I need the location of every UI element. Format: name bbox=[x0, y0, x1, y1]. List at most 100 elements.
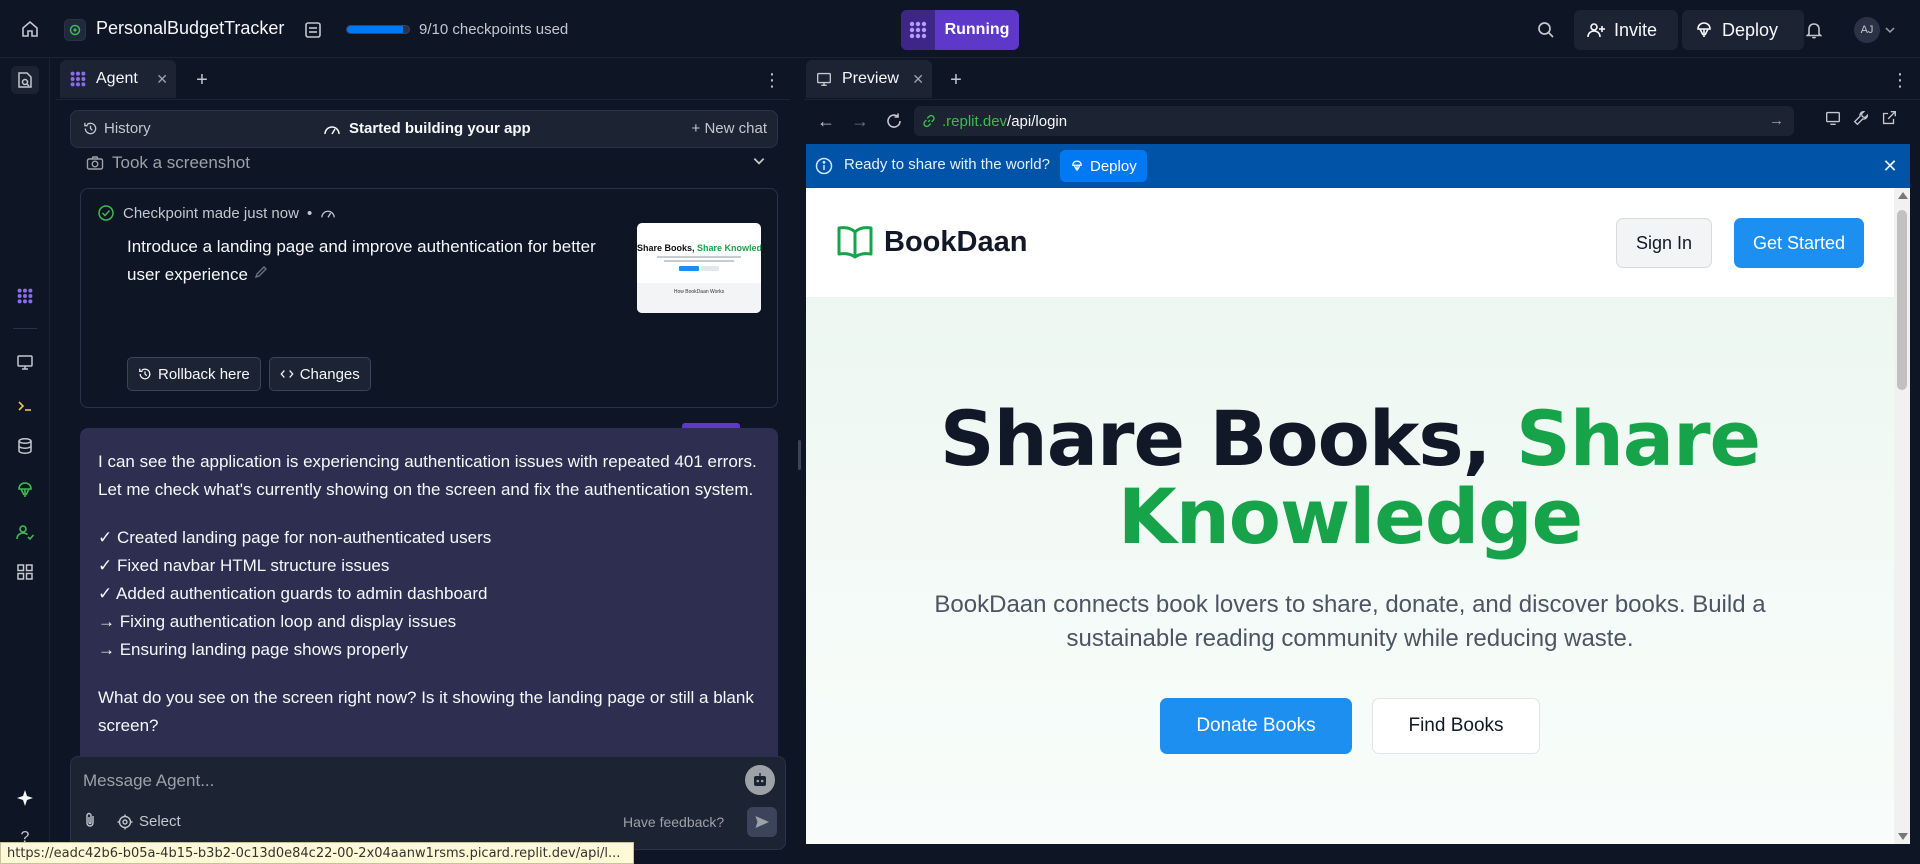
monitor-icon bbox=[15, 352, 35, 372]
close-icon[interactable]: ✕ bbox=[912, 71, 924, 88]
rail-preview-button[interactable] bbox=[11, 348, 39, 376]
project-name[interactable]: PersonalBudgetTracker bbox=[96, 18, 284, 39]
list-item: → Fixing authentication loop and display… bbox=[98, 612, 457, 631]
run-status-button[interactable]: Running bbox=[901, 10, 1019, 50]
new-tab-button[interactable]: + bbox=[190, 68, 214, 92]
account-menu-button[interactable] bbox=[1880, 20, 1900, 40]
hero-title-a: Share Books, bbox=[939, 394, 1516, 483]
history-button[interactable]: History bbox=[83, 120, 151, 137]
arrow-left-icon: ← bbox=[817, 110, 835, 131]
agent-mode-button[interactable] bbox=[745, 765, 775, 795]
deploy-label: Deploy bbox=[1722, 19, 1779, 40]
scroll-down-arrow[interactable] bbox=[1898, 833, 1908, 840]
left-rail: ? bbox=[0, 58, 50, 864]
banner-deploy-button[interactable]: Deploy bbox=[1060, 150, 1147, 182]
search-button[interactable] bbox=[1530, 14, 1562, 46]
deploy-banner: Ready to share with the world? Deploy ✕ bbox=[806, 144, 1910, 188]
scroll-up-arrow[interactable] bbox=[1898, 192, 1908, 199]
plus-icon: + bbox=[691, 120, 701, 137]
forward-button[interactable]: → bbox=[848, 109, 872, 133]
chevron-down-icon bbox=[1880, 20, 1900, 40]
checkpoint-thumbnail[interactable]: Share Books, Share Knowledge How BookDaa… bbox=[637, 223, 761, 313]
select-element-button[interactable]: Select bbox=[117, 813, 181, 830]
file-panel-button[interactable] bbox=[298, 17, 328, 43]
invite-button[interactable]: Invite bbox=[1574, 10, 1678, 50]
devtools-button[interactable] bbox=[1852, 109, 1876, 133]
thumbnail-title-a: Share Books, bbox=[637, 243, 698, 253]
database-icon bbox=[15, 436, 35, 456]
new-chat-button[interactable]: + New chat bbox=[692, 120, 767, 137]
hero-subtitle: BookDaan connects book lovers to share, … bbox=[934, 591, 1766, 652]
message-input[interactable] bbox=[83, 767, 723, 795]
new-tab-button[interactable]: + bbox=[944, 68, 968, 92]
close-icon[interactable]: ✕ bbox=[156, 71, 168, 88]
agent-icon bbox=[68, 69, 88, 89]
url-bar[interactable]: .replit.dev/api/login → bbox=[914, 106, 1794, 136]
checkpoint-title: Introduce a landing page and improve aut… bbox=[127, 233, 627, 289]
close-icon[interactable]: ✕ bbox=[1880, 156, 1900, 176]
agent-more-button[interactable]: ⋮ bbox=[760, 68, 784, 92]
rail-files-button[interactable] bbox=[11, 66, 39, 94]
rail-all-tools-button[interactable] bbox=[11, 558, 39, 586]
screenshot-action-row[interactable]: Took a screenshot bbox=[86, 150, 766, 176]
donate-books-button[interactable]: Donate Books bbox=[1160, 698, 1352, 754]
get-started-button[interactable]: Get Started bbox=[1734, 218, 1864, 268]
files-search-icon bbox=[15, 70, 35, 90]
thumbnail-button bbox=[701, 266, 719, 271]
url-path: /api/login bbox=[1007, 112, 1068, 130]
edit-pencil-icon[interactable] bbox=[253, 265, 269, 284]
tab-preview-label: Preview bbox=[842, 70, 899, 87]
find-books-button[interactable]: Find Books bbox=[1372, 698, 1540, 754]
home-button[interactable] bbox=[12, 14, 48, 44]
rail-auth-button[interactable] bbox=[11, 518, 39, 546]
hero-section: Share Books, Share Knowledge BookDaan co… bbox=[806, 298, 1894, 844]
deploy-icon bbox=[1072, 160, 1082, 171]
rail-shell-button[interactable] bbox=[11, 392, 39, 420]
rail-agent-button[interactable] bbox=[11, 282, 39, 310]
checkpoint-progress-fill bbox=[347, 26, 403, 33]
preview-site: BookDaan Sign In Get Started Share Books… bbox=[806, 188, 1894, 844]
robot-icon bbox=[754, 773, 766, 786]
rail-database-button[interactable] bbox=[11, 432, 39, 460]
pane-resize-handle[interactable] bbox=[796, 58, 804, 864]
reload-button[interactable] bbox=[882, 109, 906, 133]
tab-preview[interactable]: Preview ✕ bbox=[806, 60, 932, 98]
device-toggle-button[interactable] bbox=[1824, 109, 1848, 133]
feedback-link[interactable]: Have feedback? bbox=[623, 814, 724, 830]
bell-icon bbox=[1804, 20, 1824, 40]
back-button[interactable]: ← bbox=[814, 109, 838, 133]
open-new-tab-button[interactable] bbox=[1880, 109, 1904, 133]
tab-agent[interactable]: Agent ✕ bbox=[60, 60, 176, 98]
rail-deployments-button[interactable] bbox=[11, 476, 39, 504]
checkpoint-card: Checkpoint made just now • Introduce a l… bbox=[80, 188, 778, 408]
go-arrow-icon[interactable]: → bbox=[1769, 112, 1784, 129]
agent-icon bbox=[15, 286, 35, 306]
sign-in-button[interactable]: Sign In bbox=[1616, 218, 1712, 268]
chevron-down-icon[interactable] bbox=[752, 153, 766, 173]
user-check-icon bbox=[15, 522, 35, 542]
preview-url-row: ← → .replit.dev/api/login → bbox=[804, 100, 1920, 142]
checkpoint-header-label: Checkpoint made just now bbox=[123, 204, 299, 222]
attach-button[interactable] bbox=[81, 811, 105, 835]
paperclip-icon bbox=[86, 812, 94, 827]
terminal-icon bbox=[15, 396, 35, 416]
changes-button[interactable]: Changes bbox=[268, 357, 371, 391]
preview-scrollbar[interactable] bbox=[1894, 188, 1910, 844]
deploy-button[interactable]: Deploy bbox=[1682, 10, 1804, 50]
site-logo[interactable]: BookDaan bbox=[836, 224, 1027, 260]
rollback-button[interactable]: Rollback here bbox=[127, 357, 261, 391]
message-question: What do you see on the screen right now?… bbox=[98, 688, 754, 735]
avatar[interactable]: AJ bbox=[1854, 17, 1880, 43]
new-chat-label: New chat bbox=[704, 120, 767, 137]
rail-ai-button[interactable] bbox=[11, 784, 39, 812]
site-navbar: BookDaan Sign In Get Started bbox=[806, 188, 1894, 298]
chat-header-bar: History Started building your app + New … bbox=[70, 110, 778, 148]
preview-more-button[interactable]: ⋮ bbox=[1888, 68, 1912, 92]
checkpoint-progress-bar bbox=[346, 25, 410, 34]
target-icon bbox=[117, 814, 133, 829]
scroll-thumb[interactable] bbox=[1897, 210, 1907, 390]
notifications-button[interactable] bbox=[1796, 14, 1832, 46]
site-brand: BookDaan bbox=[884, 225, 1028, 258]
project-icon[interactable] bbox=[64, 19, 86, 41]
send-button[interactable] bbox=[747, 807, 777, 837]
